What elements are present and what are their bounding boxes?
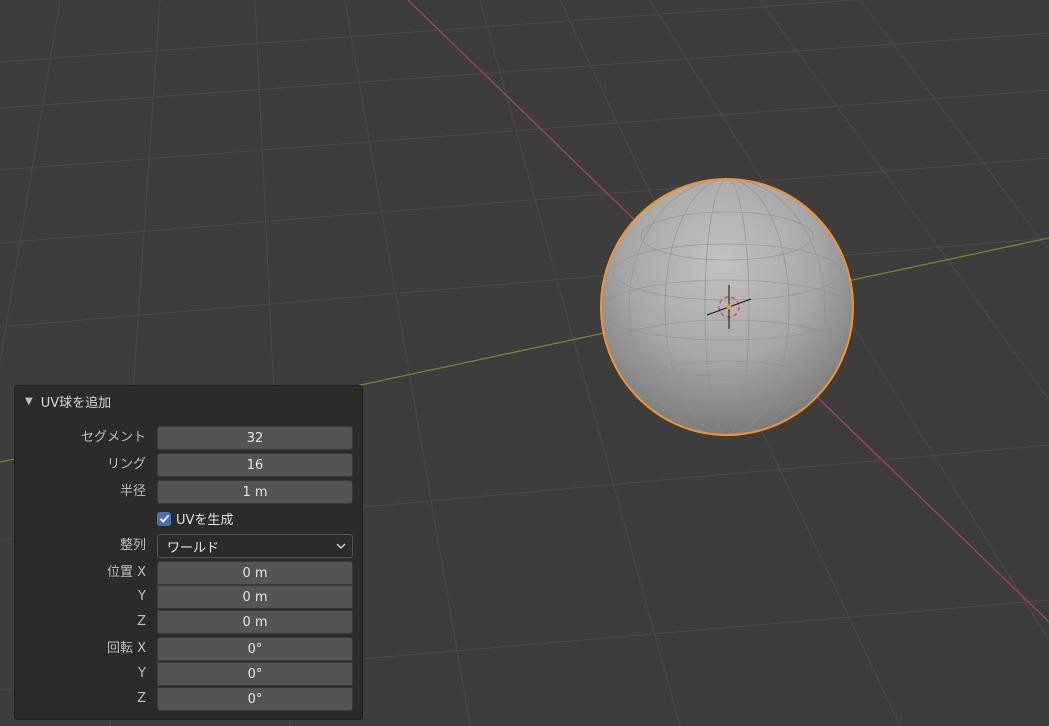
row-segments: セグメント 32: [15, 426, 364, 450]
chevron-down-icon: [336, 543, 346, 550]
rotation-x-field[interactable]: 0°: [157, 637, 353, 661]
row-rotation-z: Z 0°: [15, 687, 364, 711]
row-location-z: Z 0 m: [15, 610, 364, 634]
panel-title: UV球を追加: [40, 395, 112, 411]
align-dropdown[interactable]: ワールド: [157, 534, 353, 558]
location-x-field[interactable]: 0 m: [157, 561, 353, 585]
segments-field[interactable]: 32: [157, 426, 353, 450]
radius-label: 半径: [119, 484, 146, 499]
generate-uvs-checkbox[interactable]: UVを生成: [157, 509, 233, 528]
location-y-field[interactable]: 0 m: [157, 585, 353, 609]
row-rotation-y: Y 0°: [15, 662, 364, 686]
rotation-z-label: Z: [137, 691, 146, 706]
align-value: ワールド: [167, 540, 220, 556]
radius-field[interactable]: 1 m: [157, 480, 353, 504]
row-location-x: 位置 X 0 m: [15, 561, 364, 585]
uv-sphere-object[interactable]: [600, 178, 854, 436]
rings-label: リング: [106, 457, 146, 472]
rotation-y-field[interactable]: 0°: [157, 662, 353, 686]
location-z-label: Z: [137, 614, 146, 629]
rotation-z-field[interactable]: 0°: [157, 687, 353, 711]
location-x-label: 位置 X: [106, 565, 146, 580]
rotation-x-label: 回転 X: [106, 641, 146, 656]
rings-field[interactable]: 16: [157, 453, 353, 477]
location-z-field[interactable]: 0 m: [157, 610, 353, 634]
disclosure-triangle-icon[interactable]: ▼: [25, 396, 33, 407]
location-y-label: Y: [138, 589, 146, 604]
align-label: 整列: [119, 538, 146, 553]
panel-header[interactable]: ▼ UV球を追加: [15, 386, 362, 416]
row-location-y: Y 0 m: [15, 585, 364, 609]
generate-uvs-label: UVを生成: [176, 513, 234, 528]
checkmark-icon: [157, 511, 171, 526]
row-align: 整列 ワールド: [15, 534, 364, 558]
operator-panel: ▼ UV球を追加 セグメント 32 リング 16 半径 1 m UVを生成 整列…: [14, 385, 363, 720]
row-rotation-x: 回転 X 0°: [15, 637, 364, 661]
rotation-y-label: Y: [138, 666, 146, 681]
segments-label: セグメント: [80, 430, 146, 445]
row-generate-uvs: UVを生成: [15, 507, 364, 531]
row-radius: 半径 1 m: [15, 480, 364, 504]
row-rings: リング 16: [15, 453, 364, 477]
